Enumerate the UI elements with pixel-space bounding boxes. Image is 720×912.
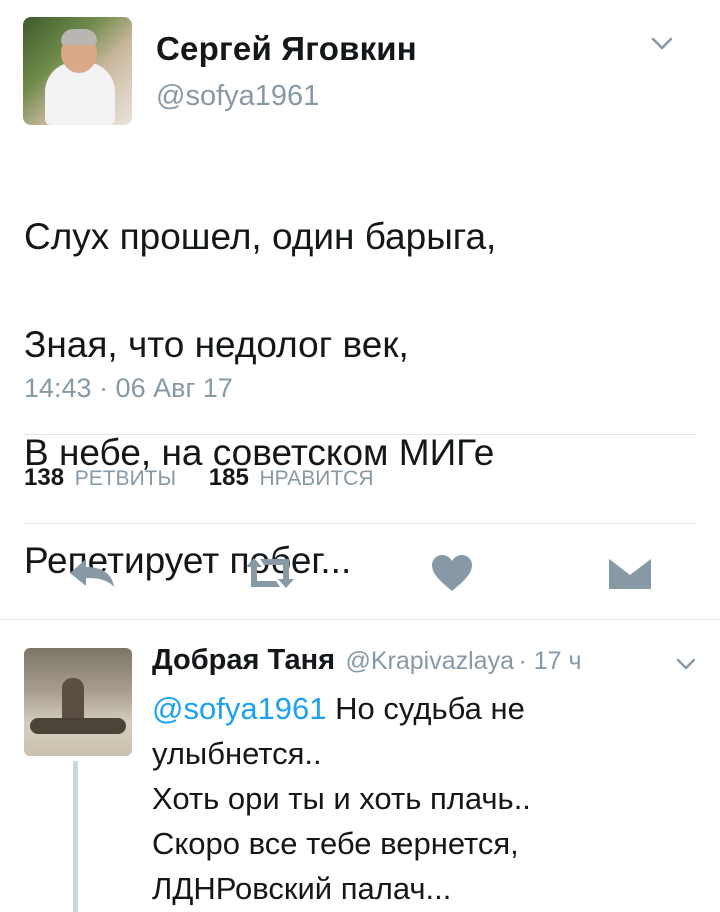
reply-text-line: ЛДНРовский палач... — [152, 871, 452, 906]
retweets-label: РЕТВИТЫ — [74, 467, 177, 490]
reply-text-fragment: Но судьба не — [326, 691, 525, 726]
reply-author-handle[interactable]: @Krapivazlaya — [345, 647, 514, 675]
reply-text-line: Хоть ори ты и хоть плачь.. — [152, 781, 531, 816]
reply-text-line: @sofya1961 Но судьба не — [152, 686, 692, 731]
reply-text: @sofya1961 Но судьба не улыбнется.. Хоть… — [152, 686, 692, 911]
tweet-text-line: Зная, что недолог век, — [24, 324, 409, 365]
reply-author-name[interactable]: Добрая Таня — [152, 644, 335, 676]
avatar-figure-hair — [61, 29, 97, 45]
like-button[interactable] — [424, 548, 480, 598]
thread-line — [73, 761, 78, 912]
tweet-text-line: Слух прошел, один барыга, — [24, 216, 497, 257]
reply-header: Добрая Таня @Krapivazlaya · 17 ч — [152, 644, 582, 677]
reply-author-avatar[interactable] — [24, 648, 132, 756]
tweet-stats: 138 РЕТВИТЫ 185 НРАВИТСЯ — [24, 464, 374, 492]
divider — [24, 523, 696, 524]
message-icon — [608, 555, 652, 589]
main-tweet: Сергей Яговкин @sofya1961 Слух прошел, о… — [0, 0, 720, 620]
mention-link[interactable]: @sofya1961 — [152, 691, 327, 726]
likes-stat[interactable]: 185 НРАВИТСЯ — [209, 464, 374, 491]
likes-label: НРАВИТСЯ — [259, 467, 374, 490]
retweet-icon — [246, 558, 294, 588]
chevron-down-icon[interactable] — [650, 36, 674, 52]
retweets-stat[interactable]: 138 РЕТВИТЫ — [24, 464, 183, 491]
reply-icon — [70, 559, 114, 587]
reply-time[interactable]: · 17 ч — [518, 647, 581, 675]
direct-message-button[interactable] — [602, 548, 658, 598]
reply-text-line: улыбнется.. — [152, 736, 322, 771]
reply-button[interactable] — [64, 548, 120, 598]
reply-tweet[interactable]: Добрая Таня @Krapivazlaya · 17 ч @sofya1… — [0, 620, 720, 912]
avatar-crocodile — [30, 718, 126, 734]
avatar-figure — [62, 678, 84, 722]
retweet-button[interactable] — [242, 548, 298, 598]
author-display-name[interactable]: Сергей Яговкин — [156, 30, 417, 68]
tweet-timestamp[interactable]: 14:43 · 06 Авг 17 — [24, 373, 233, 404]
heart-icon — [432, 555, 472, 591]
tweet-text-line: Репетирует побег... — [24, 540, 352, 581]
author-handle[interactable]: @sofya1961 — [156, 80, 319, 113]
divider — [24, 434, 696, 435]
reply-text-line: Скоро все тебе вернется, — [152, 826, 519, 861]
likes-count: 185 — [208, 464, 249, 491]
chevron-down-icon[interactable] — [676, 658, 696, 672]
retweets-count: 138 — [24, 464, 65, 491]
author-avatar[interactable] — [23, 17, 132, 125]
